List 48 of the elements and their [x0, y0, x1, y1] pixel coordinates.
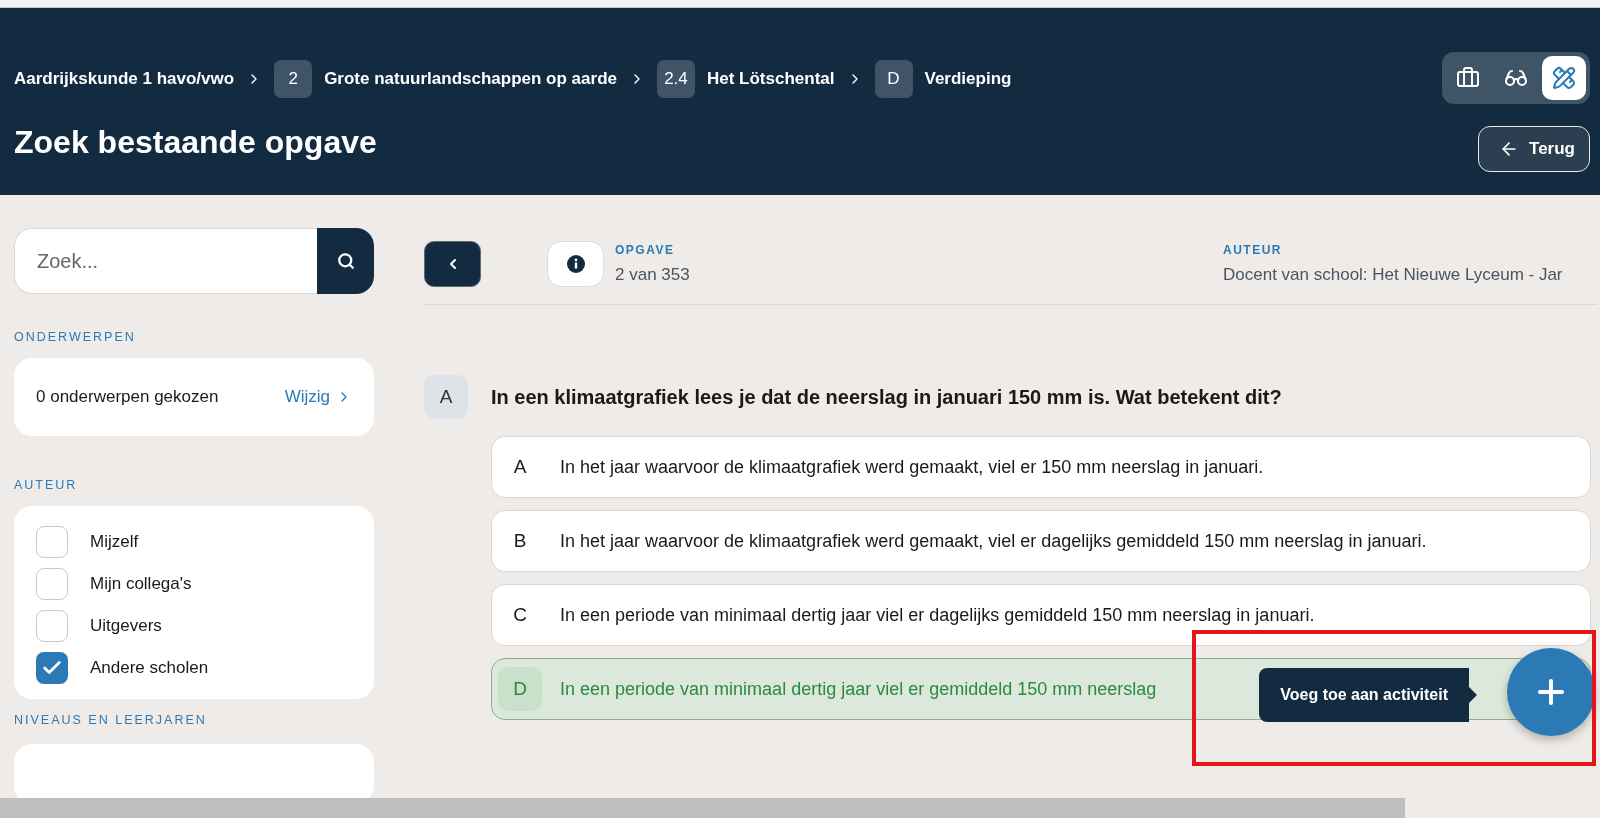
checkbox[interactable]: [36, 610, 68, 642]
answer-text: In het jaar waarvoor de klimaatgrafiek werd gemaakt, viel er dagelijks gemiddeld 150 mm neerslag in januari.: [560, 530, 1427, 552]
breadcrumb-link[interactable]: Verdieping: [924, 69, 1012, 89]
info-button[interactable]: [547, 241, 604, 287]
back-button[interactable]: Terug: [1478, 126, 1590, 172]
checkbox[interactable]: [36, 652, 68, 684]
search-button[interactable]: [317, 228, 374, 294]
checkbox-label: Andere scholen: [90, 658, 209, 678]
checkbox-label: Mijn collega's: [90, 574, 192, 594]
scrollbar[interactable]: [0, 798, 1405, 818]
page-title: Zoek bestaande opgave: [14, 124, 378, 161]
breadcrumb-link[interactable]: Het Lötschental: [706, 69, 835, 89]
checkbox-label: Mijzelf: [90, 532, 139, 552]
tooltip: Voeg toe aan activiteit: [1259, 668, 1477, 722]
author-name: Docent van school: Het Nieuwe Lyceum - Jar: [1223, 265, 1564, 285]
meta-label: OPGAVE: [615, 243, 676, 257]
answer-letter: B: [512, 529, 528, 553]
breadcrumb-number: 2.4: [656, 60, 695, 98]
answer-text: In een periode van minimaal dertig jaar viel er gemiddeld 150 mm neerslag: [560, 678, 1157, 700]
pencil-ruler-icon: [1552, 66, 1576, 90]
checkbox[interactable]: [36, 526, 68, 558]
section-heading: NIVEAUS EN LEERJAREN: [14, 713, 208, 727]
checkbox[interactable]: [36, 568, 68, 600]
section-heading: AUTEUR: [14, 478, 79, 492]
answer-text: In een periode van minimaal dertig jaar viel er dagelijks gemiddeld 150 mm neerslag in januari.: [560, 604, 1315, 626]
answer-letter: D: [498, 667, 542, 711]
breadcrumb-number: 2: [274, 60, 313, 98]
view-mode-button[interactable]: [1542, 56, 1586, 100]
change-link[interactable]: Wijzig: [284, 387, 352, 407]
answer-text: In het jaar waarvoor de klimaatgrafiek werd gemaakt, viel er 150 mm neerslag in januari.: [560, 456, 1264, 478]
breadcrumb-link[interactable]: Grote natuurlandschappen op aarde: [324, 69, 617, 89]
previous-button[interactable]: [424, 241, 481, 287]
question-text: In een klimaatgrafiek lees je dat de neerslag in januari 150 mm is. Wat betekent dit?: [491, 385, 1282, 409]
breadcrumb-link[interactable]: Aardrijkskunde 1 havo/vwo: [14, 69, 235, 89]
section-heading: ONDERWERPEN: [14, 330, 137, 344]
answer-letter: A: [512, 455, 528, 479]
search-field[interactable]: Zoek...: [14, 228, 317, 294]
topics-summary: 0 onderwerpen gekozen: [36, 387, 219, 407]
answer-letter: C: [512, 603, 528, 627]
checkbox-label: Uitgevers: [90, 616, 162, 636]
search-icon: [336, 252, 355, 270]
question-letter: A: [424, 375, 468, 419]
info-icon: [565, 254, 586, 274]
question-counter: 2 van 353: [615, 265, 690, 285]
meta-label: AUTEUR: [1223, 243, 1283, 257]
breadcrumb-number: D: [874, 60, 913, 98]
briefcase-icon: [1456, 66, 1480, 90]
add-button[interactable]: [1507, 648, 1595, 736]
